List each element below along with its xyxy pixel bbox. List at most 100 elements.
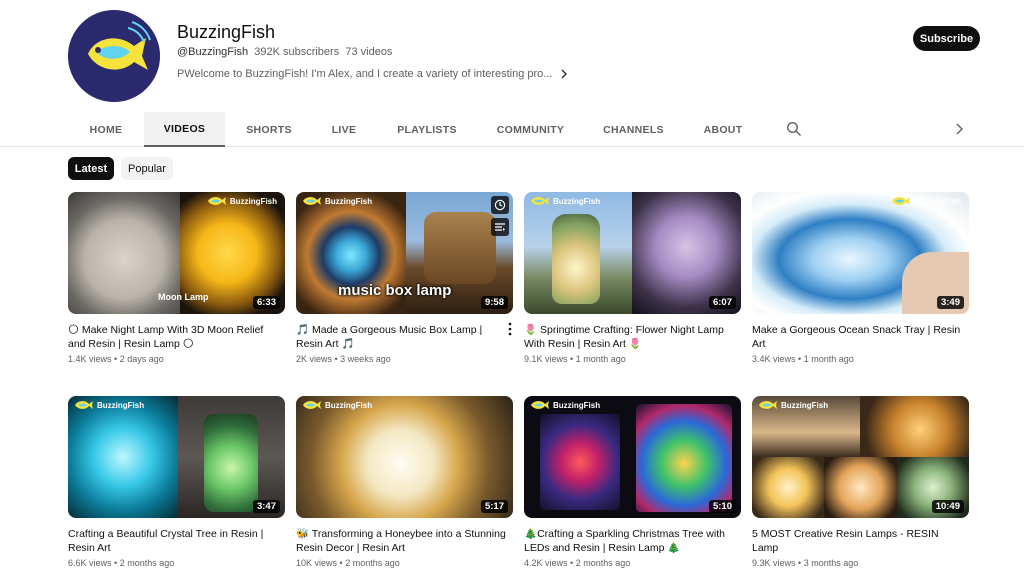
view-count: 4.2K views [524, 558, 568, 568]
brand-label: BuzzingFish [325, 196, 373, 206]
thumbnail-caption: music box lamp [338, 282, 452, 299]
view-count: 9.1K views [524, 354, 568, 364]
thumbnail-caption: Moon Lamp [158, 292, 209, 302]
video-title[interactable]: 5 MOST Creative Resin Lamps - RESIN Lamp [752, 527, 969, 555]
fish-logo-icon [303, 197, 321, 205]
upload-age: 2 months ago [345, 558, 400, 568]
view-count: 9.3K views [752, 558, 796, 568]
chevron-right-icon[interactable] [953, 121, 967, 137]
brand-label: BuzzingFish [553, 196, 601, 206]
fish-logo-icon [891, 197, 910, 205]
view-count: 1.4K views [68, 354, 112, 364]
video-meta: 6.6K views • 2 months ago [68, 558, 175, 568]
upload-age: 2 months ago [575, 558, 631, 568]
chip-popular[interactable]: Popular [121, 157, 173, 180]
brand-watermark: BuzzingFish [530, 196, 600, 206]
brand-watermark: BuzzingFish [207, 196, 277, 206]
video-thumbnail[interactable]: BuzzingFish 10:49 [752, 396, 969, 518]
brand-label: BuzzingFish [781, 400, 829, 410]
channel-meta: @BuzzingFish 392K subscribers 73 videos [177, 46, 392, 58]
video-title[interactable]: 🌕 Make Night Lamp With 3D Moon Relief an… [68, 323, 285, 351]
duration-badge: 3:47 [252, 500, 280, 513]
upload-age: 2 months ago [119, 558, 175, 568]
channel-tabs: HOME VIDEOS SHORTS LIVE PLAYLISTS COMMUN… [0, 112, 1024, 147]
channel-name: BuzzingFish [177, 22, 276, 42]
brand-watermark: BuzzingFish [758, 400, 828, 410]
brand-label: BuzzingFish [97, 400, 145, 410]
view-count: 3.4K views [752, 354, 796, 364]
video-card[interactable]: BuzzingFish Moon Lamp 6:33 🌕 Make Night … [68, 192, 285, 364]
channel-description-text: PWelcome to BuzzingFish! I'm Alex, and I… [177, 68, 553, 80]
duration-badge: 3:49 [936, 296, 964, 309]
video-meta: 3.4K views • 1 month ago [752, 354, 854, 364]
upload-age: 3 weeks ago [340, 354, 391, 364]
upload-age: 2 days ago [119, 354, 164, 364]
fish-logo-icon [531, 197, 549, 205]
tab-videos[interactable]: VIDEOS [144, 112, 225, 147]
duration-badge: 10:49 [931, 500, 964, 513]
brand-label: BuzzingFish [325, 400, 373, 410]
video-card[interactable]: BuzzingFish 6:07 🌷 Springtime Crafting: … [524, 192, 741, 364]
view-count: 6.6K views [68, 558, 112, 568]
video-thumbnail[interactable]: BuzzingFish 5:10 [524, 396, 741, 518]
brand-watermark: BuzzingFish [302, 196, 372, 206]
video-title[interactable]: 🐝 Transforming a Honeybee into a Stunnin… [296, 527, 513, 555]
tab-community[interactable]: COMMUNITY [479, 112, 582, 147]
channel-header: BuzzingFish @BuzzingFish 392K subscriber… [0, 0, 1024, 112]
video-card[interactable]: BuzzingFish 3:47 Crafting a Beautiful Cr… [68, 396, 285, 568]
buzzingfish-logo-icon [68, 10, 160, 102]
video-card[interactable]: BuzzingFish 3:49 Make a Gorgeous Ocean S… [752, 192, 969, 364]
brand-watermark: BuzzingFish [74, 400, 144, 410]
video-card[interactable]: BuzzingFish 5:10 🎄Crafting a Sparkling C… [524, 396, 741, 568]
video-title[interactable]: 🌷 Springtime Crafting: Flower Night Lamp… [524, 323, 741, 351]
channel-handle: @BuzzingFish [177, 46, 249, 58]
video-card[interactable]: BuzzingFish music box lamp 9:58 🎵 Made a… [296, 192, 513, 364]
video-thumbnail[interactable]: BuzzingFish 3:49 [752, 192, 969, 314]
tab-about[interactable]: ABOUT [685, 112, 761, 147]
video-thumbnail[interactable]: BuzzingFish 5:17 [296, 396, 513, 518]
subscribe-button[interactable]: Subscribe [913, 26, 980, 51]
video-meta: 9.1K views • 1 month ago [524, 354, 626, 364]
chip-latest[interactable]: Latest [68, 157, 114, 180]
brand-label: BuzzingFish [229, 196, 277, 206]
video-thumbnail[interactable]: BuzzingFish Moon Lamp 6:33 [68, 192, 285, 314]
kebab-menu-icon[interactable] [505, 322, 515, 336]
tab-live[interactable]: LIVE [313, 112, 375, 147]
subscriber-count: 392K subscribers [254, 46, 340, 58]
video-count: 73 videos [345, 46, 393, 58]
view-count: 10K views [296, 558, 338, 568]
video-title[interactable]: 🎵 Made a Gorgeous Music Box Lamp | Resin… [296, 323, 513, 351]
duration-badge: 6:07 [708, 296, 736, 309]
video-meta: 2K views • 3 weeks ago [296, 354, 391, 364]
brand-watermark: BuzzingFish [530, 400, 600, 410]
brand-label: BuzzingFish [553, 400, 601, 410]
tab-home[interactable]: HOME [68, 112, 144, 147]
tab-channels[interactable]: CHANNELS [582, 112, 685, 147]
video-meta: 10K views • 2 months ago [296, 558, 400, 568]
video-meta: 4.2K views • 2 months ago [524, 558, 631, 568]
duration-badge: 5:17 [480, 500, 508, 513]
brand-watermark: BuzzingFish [302, 400, 372, 410]
fish-logo-icon [75, 401, 93, 409]
clock-icon[interactable] [491, 196, 509, 214]
video-thumbnail[interactable]: BuzzingFish 3:47 [68, 396, 285, 518]
video-title[interactable]: Make a Gorgeous Ocean Snack Tray | Resin… [752, 323, 969, 351]
channel-description[interactable]: PWelcome to BuzzingFish! I'm Alex, and I… [177, 68, 568, 80]
video-card[interactable]: BuzzingFish 10:49 5 MOST Creative Resin … [752, 396, 969, 568]
channel-avatar[interactable] [68, 10, 160, 102]
tab-shorts[interactable]: SHORTS [225, 112, 313, 147]
video-thumbnail[interactable]: BuzzingFish 6:07 [524, 192, 741, 314]
video-title[interactable]: Crafting a Beautiful Crystal Tree in Res… [68, 527, 285, 555]
video-thumbnail[interactable]: BuzzingFish music box lamp 9:58 [296, 192, 513, 314]
view-count: 2K views [296, 354, 333, 364]
video-card[interactable]: BuzzingFish 5:17 🐝 Transforming a Honeyb… [296, 396, 513, 568]
tab-playlists[interactable]: PLAYLISTS [375, 112, 479, 147]
upload-age: 1 month ago [803, 354, 854, 364]
video-title[interactable]: 🎄Crafting a Sparkling Christmas Tree wit… [524, 527, 741, 555]
queue-icon[interactable] [491, 218, 509, 236]
fish-logo-icon [531, 401, 549, 409]
upload-age: 3 months ago [803, 558, 859, 568]
chevron-right-icon[interactable] [560, 69, 568, 79]
search-icon[interactable] [786, 121, 802, 137]
video-meta: 9.3K views • 3 months ago [752, 558, 859, 568]
